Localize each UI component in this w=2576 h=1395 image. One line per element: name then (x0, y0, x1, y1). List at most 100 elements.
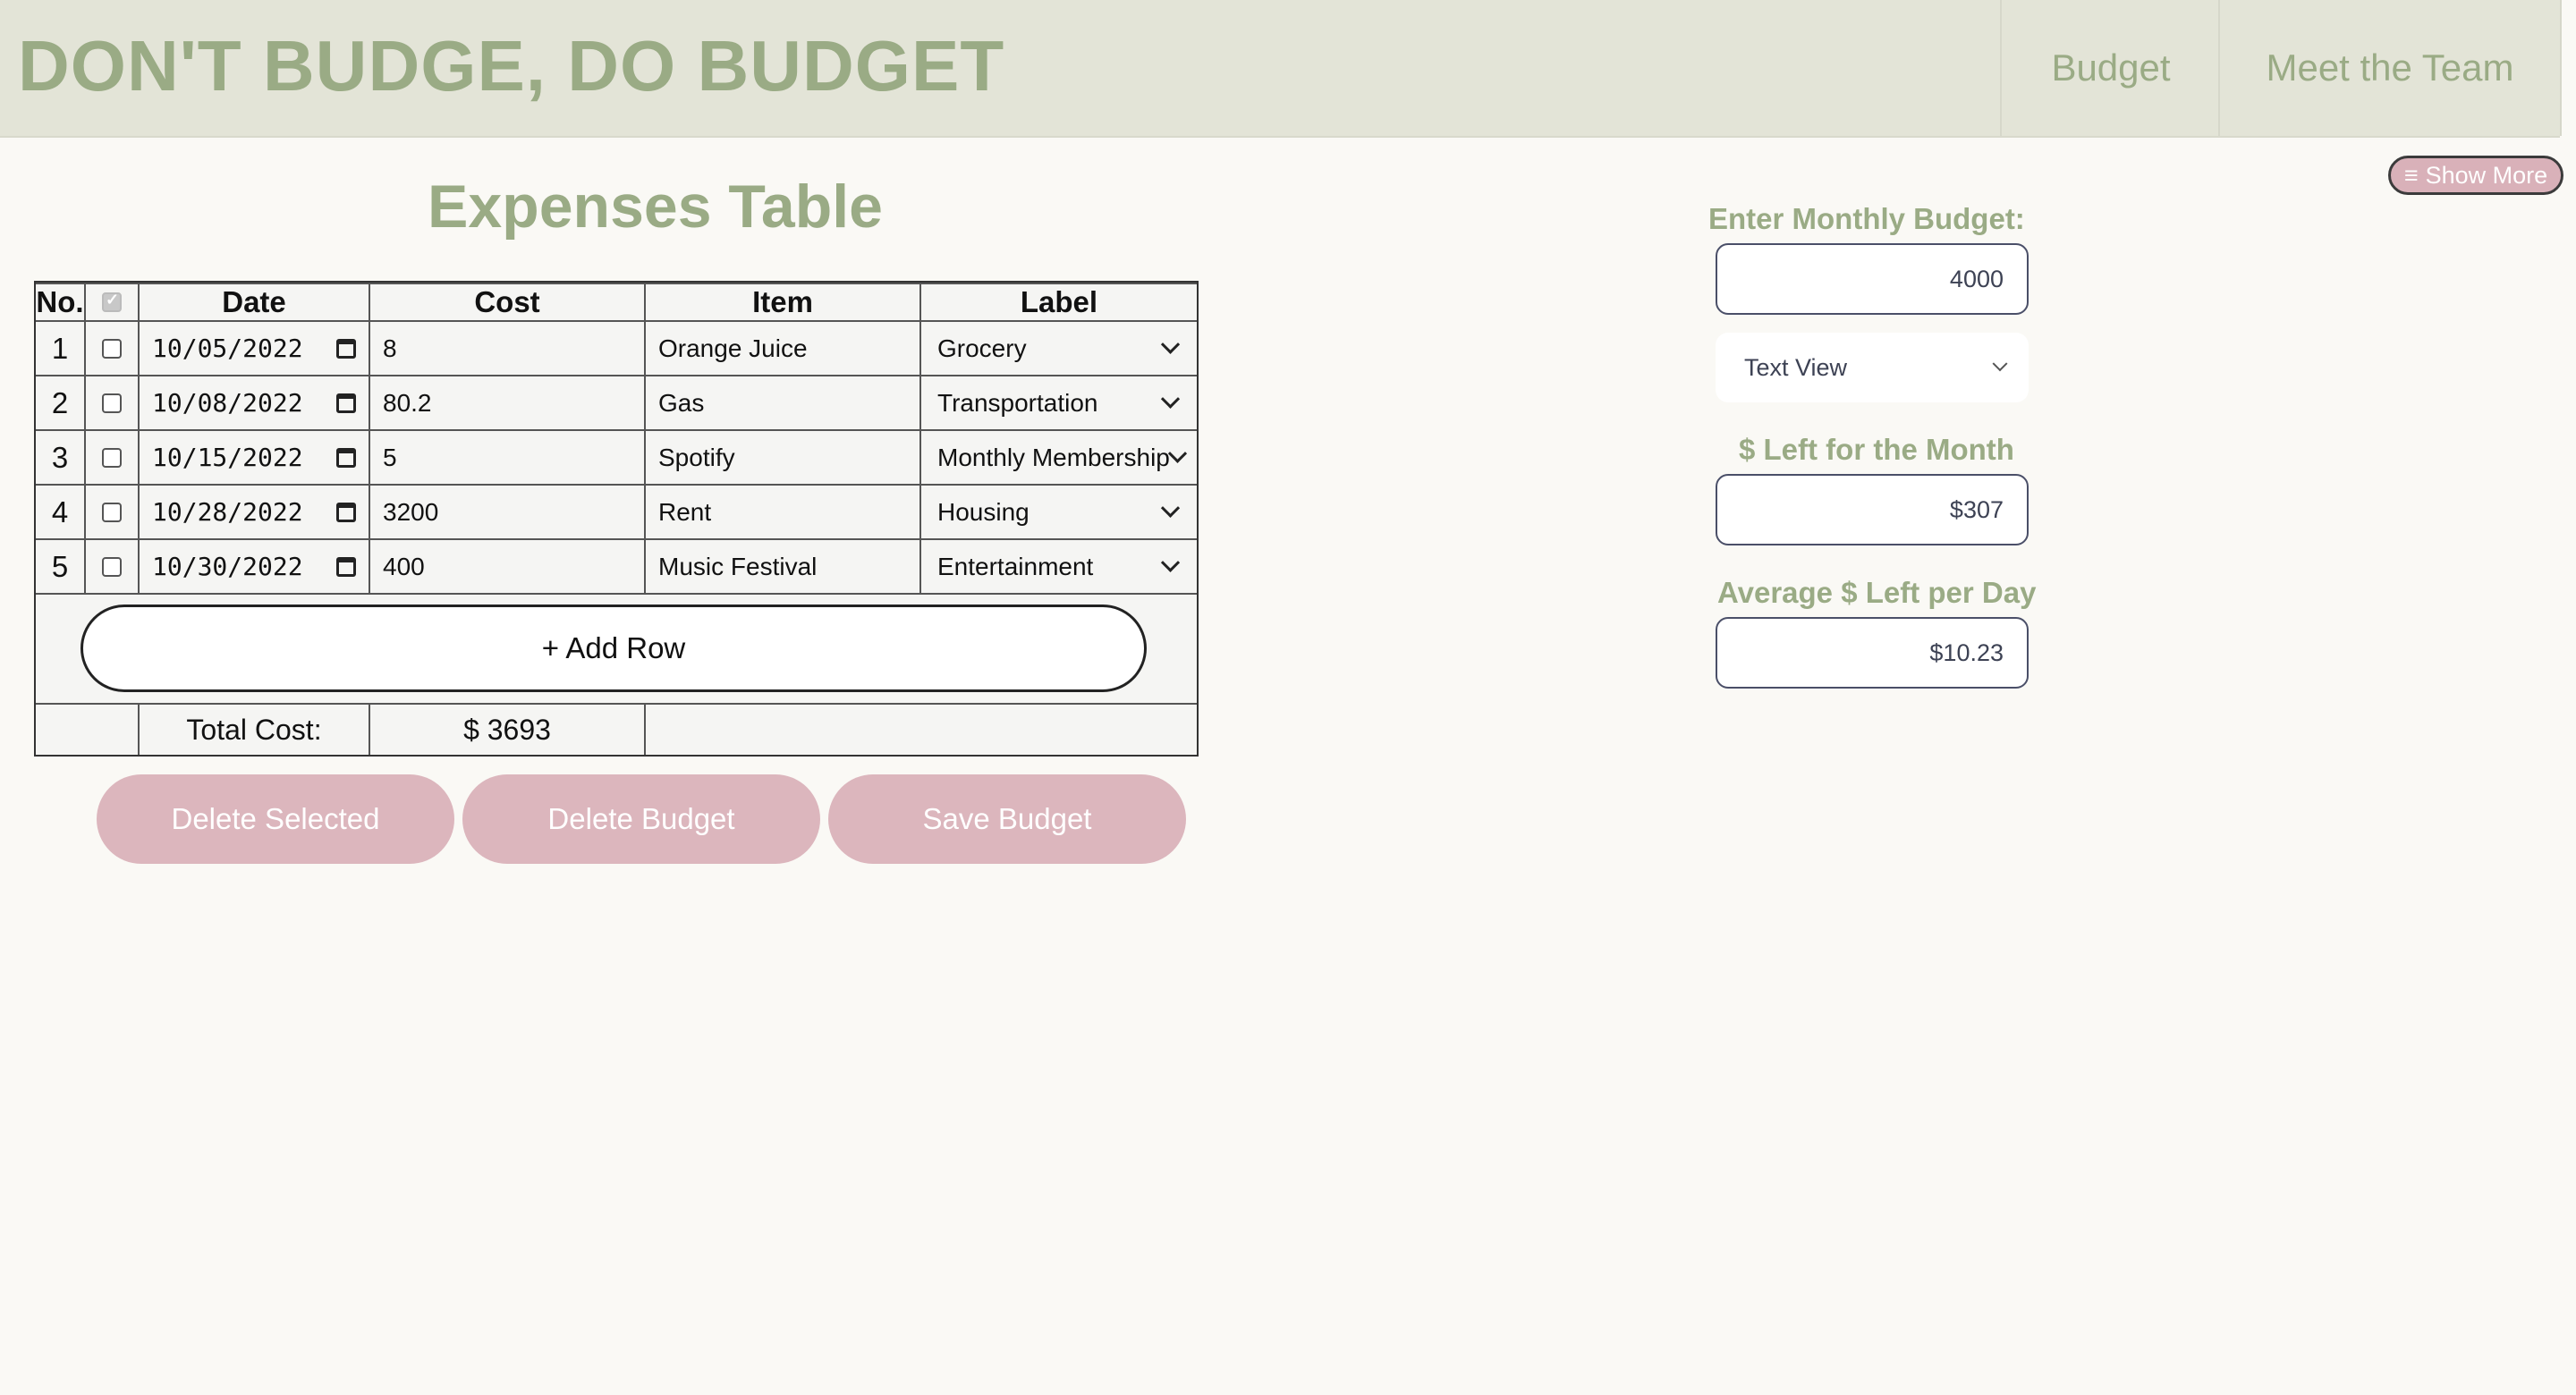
label-value: Monthly Membership (937, 443, 1170, 471)
label-select[interactable]: Grocery (921, 322, 1197, 376)
row-checkbox[interactable] (102, 393, 122, 413)
total-empty-cell (646, 705, 1197, 755)
item-input[interactable]: Spotify (646, 431, 921, 486)
chevron-down-icon (1992, 356, 2008, 372)
item-input[interactable]: Orange Juice (646, 322, 921, 376)
table-header-row: No. Date Cost Item Label (36, 283, 1197, 322)
select-all-checkbox-cell[interactable] (86, 283, 140, 322)
left-for-month-field: $307 (1716, 474, 2029, 545)
delete-budget-button[interactable]: Delete Budget (462, 774, 820, 864)
item-value: Spotify (658, 443, 735, 471)
date-input[interactable]: 10/15/2022 (140, 431, 370, 486)
item-value: Orange Juice (658, 334, 808, 362)
label-value: Grocery (937, 334, 1027, 362)
table-row: 5 10/30/2022 400 Music Festival Entertai… (36, 540, 1197, 595)
cost-input[interactable]: 80.2 (370, 376, 646, 431)
table-row: 1 10/05/2022 8 Orange Juice Grocery (36, 322, 1197, 376)
monthly-budget-label: Enter Monthly Budget: (1708, 202, 2025, 235)
label-value: Housing (937, 497, 1030, 526)
total-row: Total Cost: $ 3693 (36, 705, 1197, 755)
monthly-budget-input[interactable]: 4000 (1716, 243, 2029, 315)
view-mode-select[interactable]: Text View (1716, 333, 2029, 402)
avg-left-per-day-field: $10.23 (1716, 617, 2029, 689)
total-empty-cell (36, 705, 140, 755)
row-checkbox[interactable] (102, 338, 122, 359)
add-row-container: + Add Row (36, 596, 1197, 705)
avg-left-per-day-label: Average $ Left per Day (1717, 576, 2037, 609)
date-input[interactable]: 10/30/2022 (140, 540, 370, 595)
total-cost-value: $ 3693 (370, 705, 646, 755)
label-select[interactable]: Housing (921, 486, 1197, 540)
row-number: 1 (36, 322, 86, 376)
date-input[interactable]: 10/28/2022 (140, 486, 370, 540)
chevron-down-icon (1167, 444, 1188, 463)
column-header-no: No. (36, 283, 86, 322)
show-more-button[interactable]: ≡ Show More (2388, 156, 2563, 195)
show-more-label: Show More (2425, 161, 2548, 189)
nav-budget[interactable]: Budget (2000, 0, 2220, 136)
row-number: 4 (36, 486, 86, 540)
table-row: 4 10/28/2022 3200 Rent Housing (36, 486, 1197, 540)
column-header-label: Label (921, 283, 1197, 322)
calendar-icon[interactable] (336, 556, 356, 577)
cost-value: 3200 (383, 497, 439, 526)
date-value: 10/08/2022 (152, 388, 303, 418)
item-value: Rent (658, 497, 712, 526)
left-for-month-label: $ Left for the Month (1739, 433, 2014, 466)
table-row: 2 10/08/2022 80.2 Gas Transportation (36, 376, 1197, 431)
calendar-icon[interactable] (336, 393, 356, 413)
add-row-button[interactable]: + Add Row (80, 604, 1147, 692)
cost-input[interactable]: 8 (370, 322, 646, 376)
hamburger-icon: ≡ (2403, 161, 2419, 189)
item-value: Gas (658, 388, 705, 417)
chevron-down-icon (1160, 553, 1181, 572)
calendar-icon[interactable] (336, 502, 356, 522)
cost-value: 5 (383, 443, 397, 471)
label-select[interactable]: Transportation (921, 376, 1197, 431)
row-checkbox-cell[interactable] (86, 322, 140, 376)
select-all-checkbox[interactable] (102, 291, 122, 312)
label-select[interactable]: Monthly Membership (921, 431, 1197, 486)
chevron-down-icon (1160, 389, 1181, 409)
chevron-down-icon (1160, 498, 1181, 518)
delete-selected-button[interactable]: Delete Selected (97, 774, 454, 864)
brand-title: DON'T BUDGE, DO BUDGET (18, 26, 1005, 106)
cost-input[interactable]: 3200 (370, 486, 646, 540)
row-checkbox[interactable] (102, 502, 122, 522)
label-value: Entertainment (937, 552, 1094, 580)
label-select[interactable]: Entertainment (921, 540, 1197, 595)
date-value: 10/15/2022 (152, 443, 303, 472)
row-number: 3 (36, 431, 86, 486)
row-checkbox[interactable] (102, 447, 122, 468)
row-checkbox[interactable] (102, 556, 122, 577)
item-input[interactable]: Rent (646, 486, 921, 540)
column-header-cost: Cost (370, 283, 646, 322)
save-budget-button[interactable]: Save Budget (828, 774, 1186, 864)
date-input[interactable]: 10/05/2022 (140, 322, 370, 376)
calendar-icon[interactable] (336, 338, 356, 359)
cost-value: 8 (383, 334, 397, 362)
cost-input[interactable]: 5 (370, 431, 646, 486)
row-checkbox-cell[interactable] (86, 431, 140, 486)
item-input[interactable]: Gas (646, 376, 921, 431)
expenses-table-title: Expenses Table (428, 173, 883, 241)
expenses-table: No. Date Cost Item Label 1 10/05/2022 8 … (34, 281, 1199, 757)
row-checkbox-cell[interactable] (86, 540, 140, 595)
row-checkbox-cell[interactable] (86, 376, 140, 431)
date-value: 10/28/2022 (152, 497, 303, 527)
view-mode-value: Text View (1744, 353, 1848, 381)
cost-value: 400 (383, 552, 425, 580)
cost-value: 80.2 (383, 388, 432, 417)
item-input[interactable]: Music Festival (646, 540, 921, 595)
total-cost-label: Total Cost: (140, 705, 370, 755)
date-input[interactable]: 10/08/2022 (140, 376, 370, 431)
row-checkbox-cell[interactable] (86, 486, 140, 540)
nav-meet-the-team[interactable]: Meet the Team (2218, 0, 2562, 136)
cost-input[interactable]: 400 (370, 540, 646, 595)
row-number: 5 (36, 540, 86, 595)
column-header-date: Date (140, 283, 370, 322)
row-number: 2 (36, 376, 86, 431)
calendar-icon[interactable] (336, 447, 356, 468)
label-value: Transportation (937, 388, 1098, 417)
column-header-item: Item (646, 283, 921, 322)
